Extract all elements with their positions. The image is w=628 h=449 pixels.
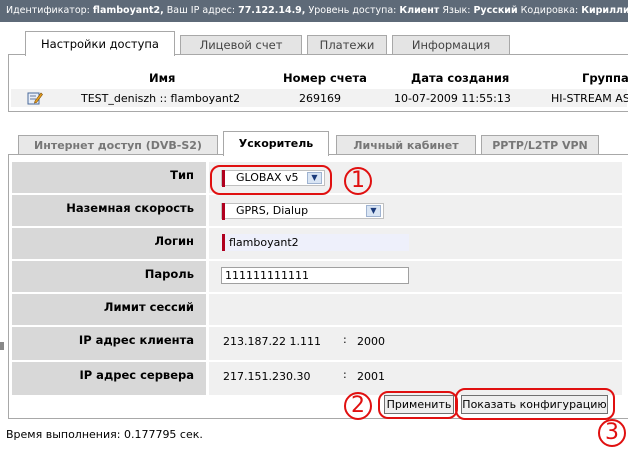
form-row-ground-speed: Наземная скорость GPRS, Dialup ▼ [12, 195, 622, 227]
access-label: Уровень доступа: [308, 5, 397, 16]
form-row-login: Логин flamboyant2 [12, 228, 622, 260]
column-header-account: Номер счета [283, 71, 367, 85]
ground-speed-select-value: GPRS, Dialup [236, 204, 309, 217]
account-number-cell: 269169 [299, 92, 341, 105]
form-row-server-ip: IP адрес сервера 217.151.230.30 : 2001 [12, 362, 622, 396]
tab-payments[interactable]: Платежи [307, 35, 387, 55]
accounts-panel: Имя Номер счета Дата создания Группа TES… [8, 54, 628, 112]
type-label: Тип [12, 162, 206, 193]
session-limit-cell [209, 294, 622, 325]
scroll-marker [0, 342, 4, 350]
id-value: flamboyant2, [92, 5, 164, 16]
client-ip-cell: 213.187.22 1.111 : 2000 [209, 327, 622, 360]
login-input[interactable]: flamboyant2 [221, 234, 409, 251]
annotation-number-1: 1 [351, 168, 365, 193]
client-ip-label: IP адрес клиента [12, 327, 206, 360]
server-port-separator: : [343, 368, 347, 381]
column-header-group: Группа [582, 71, 628, 85]
chevron-down-icon[interactable]: ▼ [366, 205, 381, 217]
apply-button[interactable]: Применить [384, 395, 454, 414]
ground-speed-select[interactable]: GPRS, Dialup ▼ [221, 203, 384, 220]
form-row-type: Тип GLOBAX v5 ▼ [12, 162, 622, 194]
server-ip-label: IP адрес сервера [12, 362, 206, 395]
execution-time: Время выполнения: 0.177795 сек. [6, 428, 203, 441]
form-row-password: Пароль 111111111111 [12, 261, 622, 293]
edit-icon[interactable] [27, 91, 43, 105]
show-config-button[interactable]: Показать конфигурацию [461, 395, 608, 414]
server-ip-cell: 217.151.230.30 : 2001 [209, 362, 622, 395]
ground-speed-label: Наземная скорость [12, 195, 206, 226]
language-label: Язык: [442, 5, 471, 16]
client-port-separator: : [343, 333, 347, 346]
tab-accelerator[interactable]: Ускоритель [223, 131, 329, 156]
annotation-number-3: 3 [605, 420, 619, 445]
type-select[interactable]: GLOBAX v5 ▼ [221, 170, 325, 187]
required-marker [222, 170, 225, 187]
tab-internet-dvb-s2[interactable]: Интернет доступ (DVB-S2) [18, 135, 218, 155]
login-label: Логин [12, 228, 206, 259]
ground-speed-cell: GPRS, Dialup ▼ [209, 195, 622, 226]
required-marker [222, 203, 225, 220]
ip-value: 77.122.14.9, [238, 5, 306, 16]
form-row-session-limit: Лимит сессий [12, 294, 622, 326]
language-value[interactable]: Русский [473, 5, 517, 16]
tab-pptp-l2tp-vpn[interactable]: PPTP/L2TP VPN [481, 135, 599, 155]
login-cell: flamboyant2 [209, 228, 622, 259]
account-group-cell: HI-STREAM AS [551, 92, 628, 105]
password-cell: 111111111111 [209, 261, 622, 292]
form-row-client-ip: IP адрес клиента 213.187.22 1.111 : 2000 [12, 327, 622, 361]
tab-access-settings[interactable]: Настройки доступа [25, 31, 175, 56]
password-input[interactable]: 111111111111 [221, 267, 409, 284]
encoding-value[interactable]: Кирилли [581, 5, 628, 16]
encoding-label: Кодировка: [520, 5, 579, 16]
access-value: Клиент [399, 5, 440, 16]
column-header-created: Дата создания [411, 71, 510, 85]
server-ip-value: 217.151.230.30 [223, 370, 311, 383]
client-ip-value: 213.187.22 1.111 [223, 335, 321, 348]
account-created-cell: 10-07-2009 11:55:13 [394, 92, 511, 105]
tab-information[interactable]: Информация [392, 35, 510, 55]
annotation-number-2: 2 [351, 393, 365, 418]
required-marker [222, 234, 225, 251]
client-port-value: 2000 [357, 335, 385, 348]
status-bar: Идентификатор: flamboyant2, Ваш IP адрес… [0, 0, 628, 22]
session-limit-label: Лимит сессий [12, 294, 206, 325]
column-header-name: Имя [149, 71, 176, 85]
server-port-value: 2001 [357, 370, 385, 383]
account-name-cell: TEST_deniszh :: flamboyant2 [81, 92, 241, 105]
login-input-value: flamboyant2 [229, 236, 299, 249]
tab-personal-account[interactable]: Лицевой счет [180, 35, 302, 55]
chevron-down-icon[interactable]: ▼ [307, 172, 322, 184]
type-select-value: GLOBAX v5 [236, 171, 299, 184]
ip-label: Ваш IP адрес: [166, 5, 236, 16]
type-cell: GLOBAX v5 ▼ [209, 162, 622, 193]
tab-personal-cabinet[interactable]: Личный кабинет [336, 135, 476, 155]
id-label: Идентификатор: [6, 5, 90, 16]
password-label: Пароль [12, 261, 206, 292]
